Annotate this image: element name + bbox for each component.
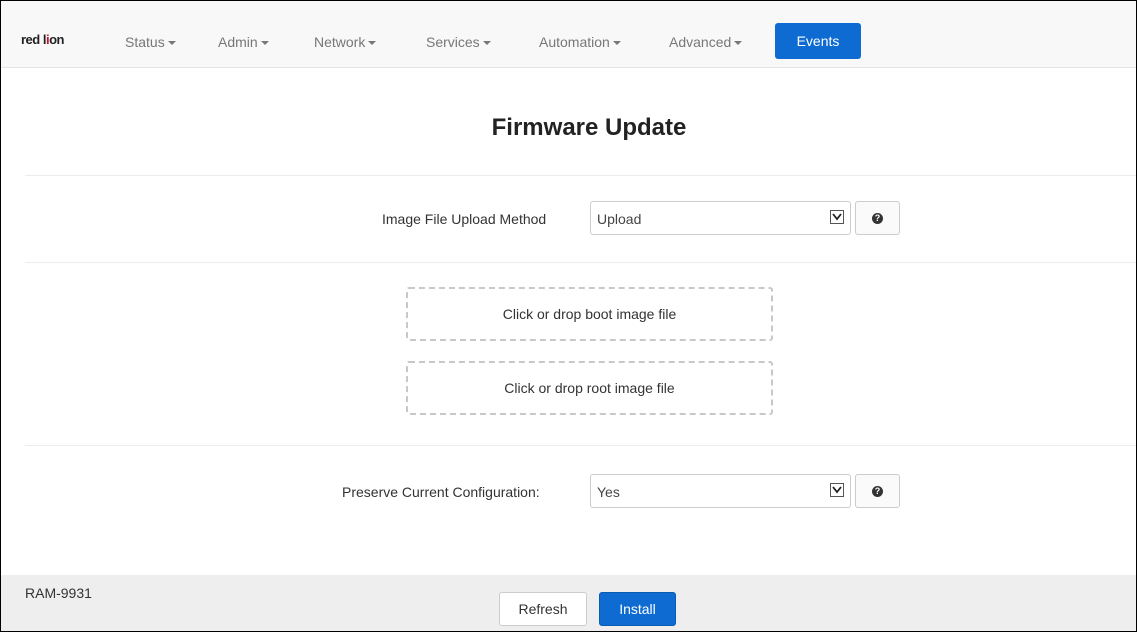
nav-automation-label: Automation xyxy=(539,34,610,50)
caret-down-icon xyxy=(734,41,743,46)
caret-down-icon xyxy=(260,41,269,46)
nav-services-label: Services xyxy=(426,34,480,50)
caret-down-icon xyxy=(167,41,176,46)
divider xyxy=(25,262,1136,263)
chevron-down-icon xyxy=(830,483,844,497)
device-name: RAM-9931 xyxy=(25,585,92,601)
nav-events-tab[interactable]: Events xyxy=(775,23,861,59)
root-image-dropzone[interactable]: Click or drop root image file xyxy=(406,361,773,415)
nav-status-label: Status xyxy=(125,34,165,50)
nav-network-label: Network xyxy=(314,34,366,50)
app-window: red lion Status Admin Network Services A… xyxy=(0,0,1137,632)
divider xyxy=(25,445,1136,446)
refresh-button[interactable]: Refresh xyxy=(499,592,587,626)
nav-services-menu[interactable]: Services xyxy=(426,34,491,50)
upload-method-value: Upload xyxy=(597,211,642,227)
nav-status-menu[interactable]: Status xyxy=(125,34,176,50)
divider xyxy=(25,175,1136,176)
boot-image-dropzone[interactable]: Click or drop boot image file xyxy=(406,287,773,341)
nav-admin-menu[interactable]: Admin xyxy=(218,34,269,50)
footer-bar: RAM-9931 Refresh Install xyxy=(1,575,1136,631)
question-circle-icon: ? xyxy=(872,485,883,497)
preserve-config-label: Preserve Current Configuration: xyxy=(342,484,540,500)
top-navbar: red lion Status Admin Network Services A… xyxy=(1,1,1136,68)
question-circle-icon: ? xyxy=(872,212,883,224)
install-button[interactable]: Install xyxy=(599,592,676,626)
caret-down-icon xyxy=(482,41,491,46)
preserve-config-help-button[interactable]: ? xyxy=(855,474,900,508)
preserve-config-value: Yes xyxy=(597,484,620,500)
page-title: Firmware Update xyxy=(491,114,687,141)
preserve-config-select[interactable]: Yes xyxy=(590,474,851,508)
upload-method-help-button[interactable]: ? xyxy=(855,201,900,235)
brand-logo[interactable]: red lion xyxy=(21,32,64,47)
nav-advanced-menu[interactable]: Advanced xyxy=(669,34,743,50)
nav-network-menu[interactable]: Network xyxy=(314,34,377,50)
caret-down-icon xyxy=(368,41,377,46)
caret-down-icon xyxy=(612,41,621,46)
nav-automation-menu[interactable]: Automation xyxy=(539,34,621,50)
upload-method-select[interactable]: Upload xyxy=(590,201,851,235)
chevron-down-icon xyxy=(830,210,844,224)
nav-advanced-label: Advanced xyxy=(669,34,732,50)
upload-method-label: Image File Upload Method xyxy=(382,211,547,227)
nav-admin-label: Admin xyxy=(218,34,258,50)
